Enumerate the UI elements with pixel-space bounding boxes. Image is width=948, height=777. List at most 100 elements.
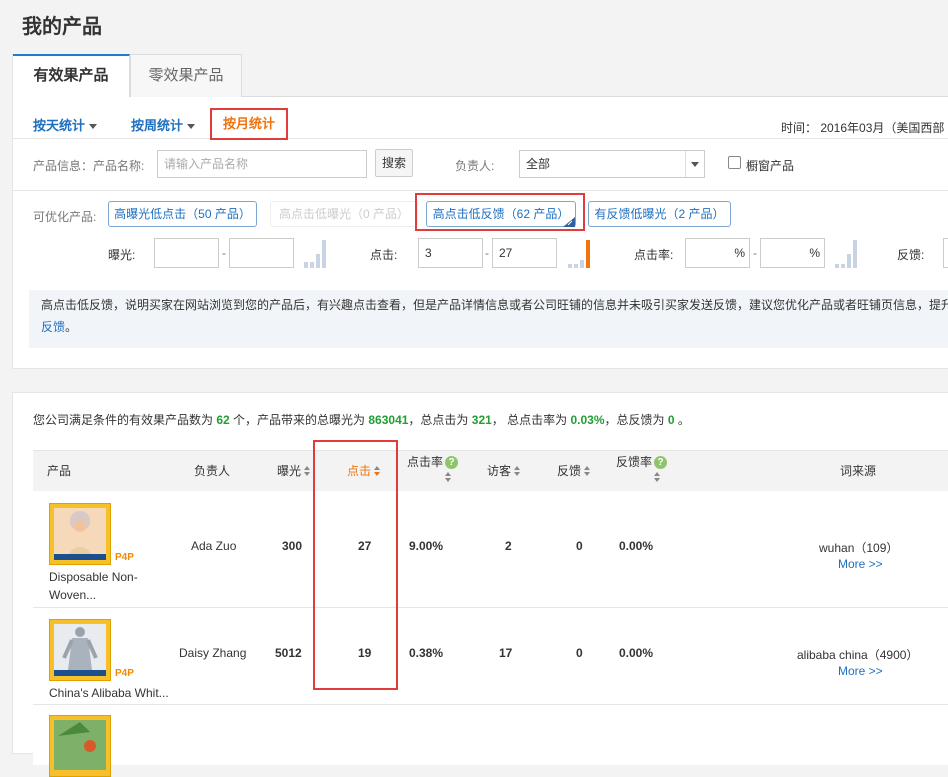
stat-by-day-label: 按天统计 (33, 118, 86, 133)
exposure-min-input[interactable] (154, 238, 219, 268)
sort-icon[interactable] (584, 466, 591, 477)
th-ctr-label: 点击率 (407, 455, 444, 469)
tab-bar: 有效果产品 零效果产品 (13, 54, 948, 97)
sort-icon[interactable] (514, 466, 521, 477)
product-name[interactable]: China's Alibaba Whit... (49, 684, 169, 702)
help-icon[interactable]: ? (654, 456, 668, 470)
stat-by-week-label: 按周统计 (131, 118, 184, 133)
exposure-bars-icon (304, 240, 328, 268)
sort-icon[interactable] (445, 471, 452, 483)
product-name-line: Woven... (49, 588, 97, 602)
feedback-link[interactable]: 反馈 (41, 320, 65, 334)
window-product-label: 橱窗产品 (746, 159, 795, 173)
th-feedback-rate[interactable]: 反馈率? (616, 455, 668, 495)
click-bars-icon (568, 240, 592, 268)
product-name-line: Disposable Non- (49, 570, 138, 584)
summary-clicks: 321 (471, 413, 492, 427)
tab-zero-effect-products[interactable]: 零效果产品 (130, 54, 242, 97)
th-feedback[interactable]: 反馈 (557, 451, 591, 491)
th-exposure[interactable]: 曝光 (277, 451, 311, 491)
feedback-label: 反馈: (897, 248, 925, 262)
stat-by-month[interactable]: 按月统计 (210, 108, 288, 140)
owner-label: 负责人: (455, 159, 495, 173)
help-icon[interactable]: ? (445, 456, 459, 470)
owner-select-value: 全部 (526, 157, 551, 171)
time-range-label: 时间： 2016年03月（美国西部 (781, 121, 945, 135)
window-product-checkbox[interactable] (728, 156, 741, 169)
tab-effective-products[interactable]: 有效果产品 (13, 54, 130, 97)
table-row: P4P China's Alibaba Whit... Daisy Zhang … (33, 608, 948, 705)
option-feedback-low-exposure[interactable]: 有反馈低曝光（2 产品） (588, 201, 731, 227)
summary-part: ， 总点击率为 (491, 413, 571, 427)
sort-icon[interactable] (654, 471, 661, 483)
filter-panel: 有效果产品 零效果产品 按天统计 按周统计 按月统计 时间： 2016年03月（… (12, 54, 948, 369)
summary-exposure: 863041 (368, 413, 409, 427)
owner-cell: Ada Zuo (191, 539, 237, 553)
p4p-badge: P4P (115, 552, 134, 563)
option-high-click-low-feedback[interactable]: 高点击低反馈（62 产品） (426, 201, 576, 227)
keyword-cell: wuhan（109） (819, 541, 899, 555)
dash: - (485, 246, 489, 260)
feedback-min-input[interactable] (943, 238, 948, 268)
optimize-label: 可优化产品: (33, 210, 97, 224)
stat-by-day[interactable]: 按天统计 (33, 112, 98, 140)
th-visitors[interactable]: 访客 (487, 451, 521, 491)
selected-corner-icon (563, 217, 575, 227)
table-header: 产品 负责人 曝光 点击 点击率? 访客 反馈 反馈率? 词来源 (33, 450, 948, 492)
info-text: 高点击低反馈，说明买家在网站浏览到您的产品后，有兴趣点击查看，但是产品详情信息或… (41, 298, 948, 312)
option-high-click-low-exposure[interactable]: 高点击低曝光（0 产品） (270, 201, 418, 227)
th-feedback-label: 反馈 (557, 464, 582, 478)
ctr-min-input[interactable]: % (685, 238, 750, 268)
option-high-exposure-low-click[interactable]: 高曝光低点击（50 产品） (108, 201, 257, 227)
product-name-input[interactable]: 请输入产品名称 (157, 150, 367, 178)
search-button[interactable]: 搜索 (375, 149, 413, 177)
th-ctr[interactable]: 点击率? (407, 455, 459, 495)
visitors-cell: 2 (505, 539, 512, 553)
product-info-label: 产品信息： (33, 159, 94, 173)
sort-icon[interactable] (304, 466, 311, 477)
th-keyword-source: 词来源 (840, 464, 877, 478)
dash: - (222, 246, 226, 260)
ctr-max-input[interactable]: % (760, 238, 825, 268)
product-thumbnail[interactable] (49, 503, 111, 565)
th-exposure-label: 曝光 (277, 464, 302, 478)
ctr-cell: 9.00% (409, 539, 444, 553)
exposure-label: 曝光: (108, 248, 136, 262)
product-name[interactable]: Disposable Non- Woven... (49, 568, 138, 604)
percent-sign: % (734, 246, 745, 260)
product-photo-icon (50, 620, 110, 680)
click-label: 点击: (370, 248, 398, 262)
info-box: 高点击低反馈，说明买家在网站浏览到您的产品后，有兴趣点击查看，但是产品详情信息或… (29, 290, 948, 348)
product-thumbnail[interactable] (49, 715, 111, 777)
info-text-end: 。 (65, 320, 78, 334)
stat-by-week[interactable]: 按周统计 (131, 112, 196, 140)
th-product: 产品 (47, 464, 72, 478)
feedback-rate-cell: 0.00% (619, 539, 654, 553)
ctr-cell: 0.38% (409, 646, 444, 660)
chevron-down-icon (89, 124, 98, 130)
clicks-column-highlight (313, 440, 398, 690)
chevron-down-icon (187, 124, 196, 130)
click-max-input[interactable]: 27 (492, 238, 557, 268)
product-thumbnail[interactable] (49, 619, 111, 681)
exposure-max-input[interactable] (229, 238, 294, 268)
summary-part: ，总反馈为 (604, 413, 668, 427)
product-photo-icon (50, 504, 110, 564)
product-photo-icon (50, 716, 110, 776)
product-filter-row: 产品信息： 产品名称: 请输入产品名称 搜索 负责人: 全部 橱窗产品 (13, 140, 948, 191)
click-min-input[interactable]: 3 (418, 238, 483, 268)
th-feedback-rate-label: 反馈率 (616, 455, 653, 469)
table-row (33, 705, 948, 777)
th-owner: 负责人 (194, 464, 231, 478)
more-link[interactable]: More >> (838, 664, 883, 678)
th-visitors-label: 访客 (487, 464, 512, 478)
visitors-cell: 17 (499, 646, 513, 660)
keyword-cell: alibaba china（4900） (797, 648, 919, 662)
exposure-cell: 300 (282, 539, 303, 553)
summary-feedback: 0 (667, 413, 675, 427)
owner-select[interactable]: 全部 (519, 150, 705, 178)
p4p-badge: P4P (115, 668, 134, 679)
feedback-cell: 0 (576, 539, 583, 553)
more-link[interactable]: More >> (838, 557, 883, 571)
exposure-cell: 5012 (275, 646, 302, 660)
